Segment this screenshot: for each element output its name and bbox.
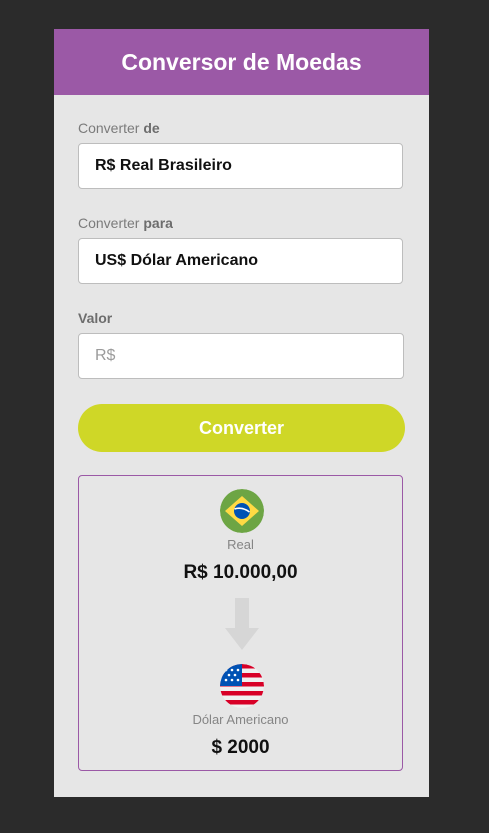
value-input[interactable] bbox=[78, 333, 404, 379]
from-label: Converter de bbox=[78, 120, 160, 136]
to-currency-value: US$ Dólar Americano bbox=[95, 252, 259, 269]
to-currency-name: Dólar Americano bbox=[192, 712, 289, 727]
converter-card: Conversor de Moedas Converter de R$ Real… bbox=[54, 29, 429, 797]
result-panel: Real R$ 10.000,00 Dólar Americano $ 2000 bbox=[78, 475, 403, 771]
header-bar: Conversor de Moedas bbox=[54, 29, 429, 95]
from-currency-select[interactable]: R$ Real Brasileiro bbox=[78, 143, 403, 189]
to-label: Converter para bbox=[78, 215, 173, 231]
from-label-bold: de bbox=[143, 120, 160, 136]
convert-button[interactable]: Converter bbox=[78, 404, 405, 452]
usa-flag-icon bbox=[220, 664, 264, 708]
to-amount: $ 2000 bbox=[211, 737, 270, 758]
from-label-prefix: Converter bbox=[78, 120, 140, 136]
from-currency-name: Real bbox=[227, 537, 254, 552]
brazil-flag-icon bbox=[220, 489, 264, 533]
page-title: Conversor de Moedas bbox=[121, 48, 362, 75]
value-label: Valor bbox=[78, 310, 113, 326]
to-label-prefix: Converter bbox=[78, 215, 140, 231]
arrow-down-icon bbox=[225, 598, 259, 650]
to-currency-select[interactable]: US$ Dólar Americano bbox=[78, 238, 403, 284]
to-label-bold: para bbox=[143, 215, 173, 231]
from-amount: R$ 10.000,00 bbox=[183, 562, 298, 583]
from-currency-value: R$ Real Brasileiro bbox=[95, 157, 232, 174]
